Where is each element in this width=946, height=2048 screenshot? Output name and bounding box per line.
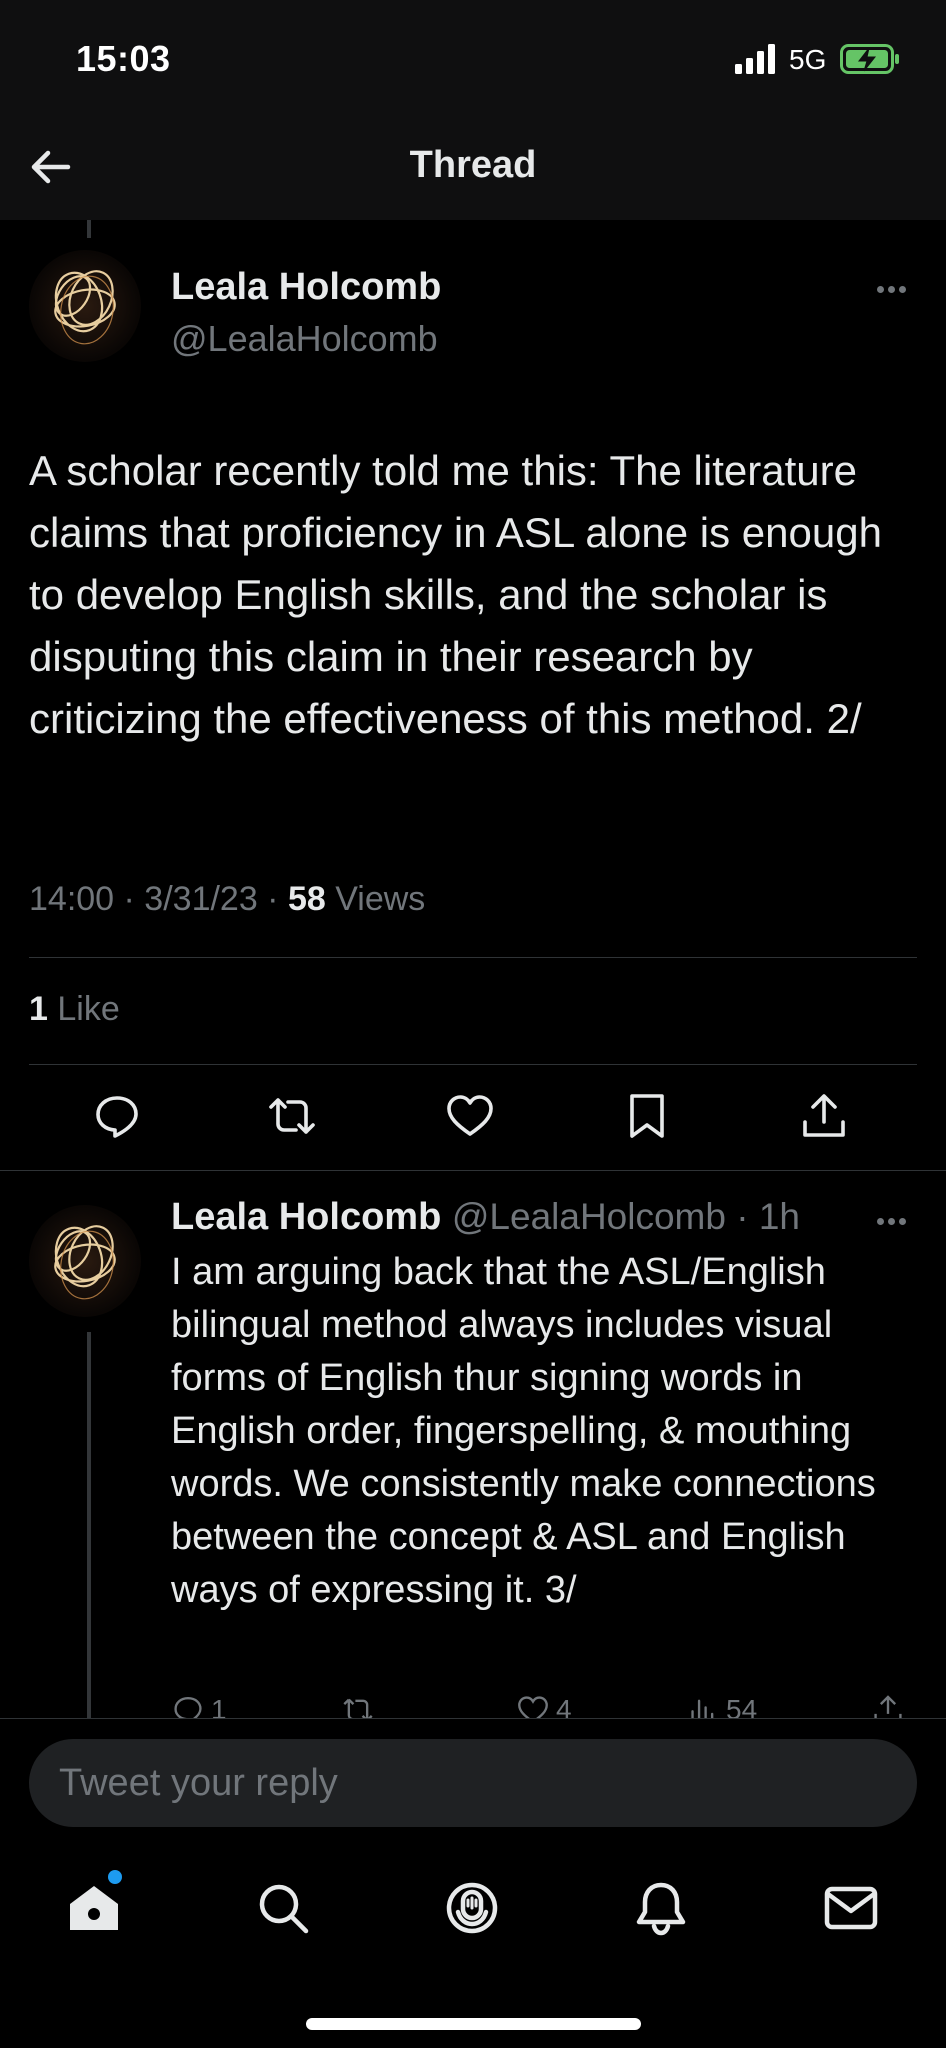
share-icon[interactable] xyxy=(798,1090,850,1142)
views-chart-icon xyxy=(691,1699,714,1720)
like-heart-icon xyxy=(518,1696,548,1720)
tweet-text: A scholar recently told me this: The lit… xyxy=(29,447,882,742)
author-name[interactable]: Leala Holcomb xyxy=(171,266,441,309)
home-icon[interactable] xyxy=(64,1878,124,1938)
views-count[interactable]: 58 xyxy=(288,880,326,918)
likes-link[interactable]: 1 Like xyxy=(29,990,120,1029)
more-options-icon[interactable] xyxy=(877,280,917,300)
reply-composer[interactable] xyxy=(29,1739,917,1827)
reply-count: 1 xyxy=(211,1694,227,1720)
battery-charging-icon xyxy=(840,44,899,74)
view-count: 54 xyxy=(726,1694,758,1720)
signal-icon xyxy=(735,44,775,74)
messages-icon[interactable] xyxy=(821,1878,881,1938)
avatar[interactable] xyxy=(29,250,141,362)
likes-count: 1 xyxy=(29,990,48,1028)
tweet-action-bar xyxy=(0,1090,946,1150)
network-type: 5G xyxy=(789,44,827,75)
like-heart-icon[interactable] xyxy=(444,1090,496,1142)
reply-input[interactable] xyxy=(29,1739,917,1827)
avatar-image xyxy=(54,270,116,345)
thread-connector-line xyxy=(87,220,91,238)
home-notification-dot xyxy=(108,1870,122,1884)
status-time: 15:03 xyxy=(76,38,171,79)
thread-connector-line xyxy=(87,1332,91,1722)
bottom-navigation xyxy=(0,1838,946,2048)
reply-button[interactable]: 1 xyxy=(171,1690,227,1720)
reply-icon xyxy=(174,1697,202,1720)
thread-header: Thread xyxy=(0,120,946,220)
retweet-icon xyxy=(343,1698,373,1720)
likes-label: Like xyxy=(47,990,120,1028)
reply-composer-bar xyxy=(0,1718,946,1838)
reply-author-name[interactable]: Leala Holcomb xyxy=(171,1196,441,1238)
tweet-timestamp: 14:00 · 3/31/23 · xyxy=(29,880,288,918)
status-bar: 15:03 5G xyxy=(0,0,946,120)
like-count: 4 xyxy=(556,1694,572,1720)
divider xyxy=(29,957,917,958)
reply-text: I am arguing back that the ASL/English b… xyxy=(171,1251,876,1611)
retweet-icon[interactable] xyxy=(266,1090,318,1142)
avatar-image xyxy=(54,1225,116,1300)
bookmark-icon[interactable] xyxy=(621,1090,673,1142)
home-indicator[interactable] xyxy=(306,2018,641,2030)
share-icon xyxy=(874,1695,902,1720)
page-title: Thread xyxy=(409,144,537,186)
divider xyxy=(29,1064,917,1065)
author-handle[interactable]: @LealaHolcomb xyxy=(171,318,438,360)
search-icon[interactable] xyxy=(253,1878,313,1938)
like-button[interactable]: 4 xyxy=(516,1690,572,1720)
reply-icon[interactable] xyxy=(91,1090,143,1142)
reply-avatar[interactable] xyxy=(29,1205,141,1317)
views-label: Views xyxy=(325,880,426,918)
divider xyxy=(0,1170,946,1171)
more-options-icon[interactable] xyxy=(877,1212,917,1232)
reply-age: · 1h xyxy=(725,1196,800,1237)
retweet-button[interactable] xyxy=(341,1690,375,1720)
views-button[interactable]: 54 xyxy=(686,1690,757,1720)
notifications-bell-icon[interactable] xyxy=(631,1878,691,1938)
share-button[interactable] xyxy=(871,1690,905,1720)
spaces-icon[interactable] xyxy=(442,1878,502,1938)
reply-action-bar: 1 4 54 xyxy=(171,1690,931,1720)
reply-header: Leala Holcomb @LealaHolcomb · 1h xyxy=(171,1196,911,1239)
reply-author-handle[interactable]: @LealaHolcomb xyxy=(452,1196,726,1237)
tweet-metadata: 14:00 · 3/31/23 · 58 Views xyxy=(29,880,425,919)
